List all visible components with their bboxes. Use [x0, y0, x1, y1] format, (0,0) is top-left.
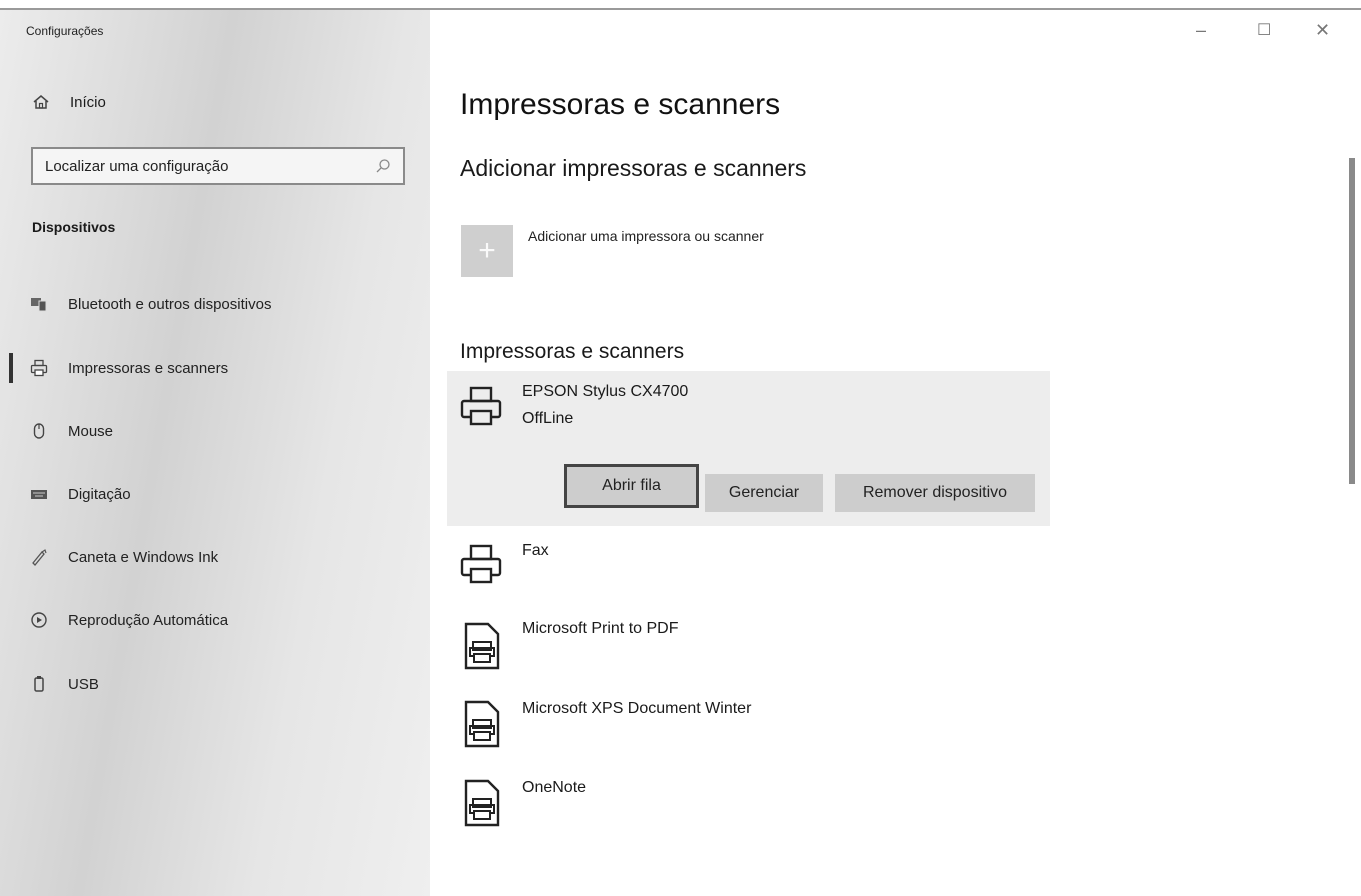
manage-button[interactable]: Gerenciar [705, 474, 823, 512]
home-icon [33, 95, 49, 109]
sidebar-section-label: Dispositivos [32, 219, 116, 235]
usb-icon [34, 676, 44, 692]
printer-icon [460, 544, 502, 584]
autoplay-icon [31, 612, 47, 628]
bluetooth-devices-icon [31, 298, 47, 312]
minimize-button[interactable]: – [1196, 20, 1206, 41]
device-name: Microsoft Print to PDF [522, 620, 679, 637]
pen-icon [32, 549, 47, 566]
printer-icon [30, 359, 48, 377]
document-printer-icon [464, 622, 500, 670]
sidebar-item-label: Digitação [68, 485, 131, 503]
add-device-button[interactable]: + [461, 225, 513, 277]
sidebar-item-typing[interactable]: Digitação [30, 474, 420, 514]
device-name: Microsoft XPS Document Winter [522, 700, 752, 717]
printer-icon [460, 386, 502, 426]
device-list-title: Impressoras e scanners [460, 340, 685, 363]
search-input[interactable] [45, 157, 345, 175]
sidebar-item-bluetooth[interactable]: Bluetooth e outros dispositivos [30, 284, 420, 324]
add-section-title: Adicionar impressoras e scanners [460, 155, 807, 181]
plus-icon: + [478, 234, 496, 267]
sidebar-item-usb[interactable]: USB [30, 664, 420, 704]
add-device-label[interactable]: Adicionar uma impressora ou scanner [528, 228, 764, 244]
home-label: Início [70, 93, 106, 111]
document-printer-icon [464, 700, 500, 748]
home-link[interactable]: Início [32, 93, 106, 111]
scrollbar[interactable] [1349, 158, 1355, 484]
sidebar-item-label: Caneta e Windows Ink [68, 548, 219, 566]
active-indicator [9, 353, 13, 383]
sidebar-item-label: Mouse [68, 422, 114, 440]
device-name: EPSON Stylus CX4700 [522, 383, 689, 400]
sidebar-item-label: Bluetooth e outros dispositivos [68, 295, 272, 313]
device-name: OneNote [522, 779, 587, 796]
remove-device-button[interactable]: Remover dispositivo [835, 474, 1035, 512]
sidebar-item-pen[interactable]: Caneta e Windows Ink [30, 537, 420, 577]
device-name: Fax [522, 542, 549, 559]
close-button[interactable]: ✕ [1315, 20, 1330, 41]
sidebar-item-label: Reprodução Automática [68, 611, 229, 629]
sidebar [0, 10, 430, 896]
maximize-button[interactable]: ☐ [1257, 20, 1271, 40]
device-status: OffLine [522, 410, 574, 427]
sidebar-item-autoplay[interactable]: Reprodução Automática [30, 600, 420, 640]
window-title: Configurações [26, 24, 104, 38]
search-box[interactable] [31, 147, 405, 185]
sidebar-item-mouse[interactable]: Mouse [30, 411, 420, 451]
open-queue-button[interactable]: Abrir fila [564, 464, 699, 508]
document-printer-icon [464, 779, 500, 827]
mouse-icon [33, 423, 45, 439]
page-title: Impressoras e scanners [460, 88, 781, 121]
keyboard-icon [31, 490, 47, 499]
sidebar-item-printers[interactable]: Impressoras e scanners [30, 348, 420, 388]
search-icon[interactable] [375, 158, 391, 174]
sidebar-item-label: Impressoras e scanners [68, 359, 229, 377]
sidebar-item-label: USB [68, 675, 99, 693]
